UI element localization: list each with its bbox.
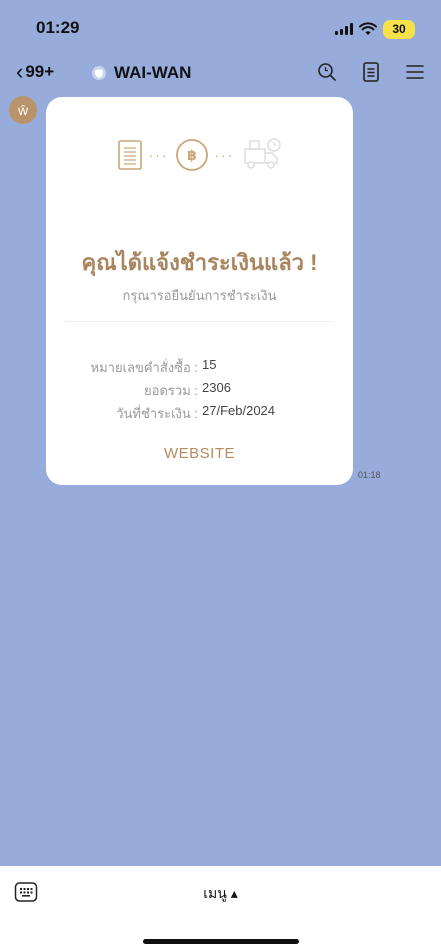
card-subtitle: กรุณารอยืนยันการชำระเงิน xyxy=(122,288,277,303)
shield-icon xyxy=(92,66,106,80)
order-number-label: หมายเลขคำสั่งซื้อ : xyxy=(90,360,199,375)
unread-count: 99+ xyxy=(25,62,55,81)
payment-notification-card: ··· ฿ ··· คุณได้แจ้งชำระเงินแล้ว ! กรุณา… xyxy=(46,97,353,485)
payment-date-value: 27/Feb/2024 xyxy=(202,403,276,418)
chat-header: ‹ 99+ WAI-WAN xyxy=(0,58,441,92)
total-amount-value: 2306 xyxy=(202,380,231,395)
progress-dots: ··· xyxy=(148,147,169,163)
chat-name: WAI-WAN xyxy=(114,63,192,82)
header-actions xyxy=(315,60,427,84)
website-link[interactable]: WEBSITE xyxy=(46,445,353,462)
payment-date-row: วันที่ชำระเงิน : 27/Feb/2024 xyxy=(46,403,353,424)
notes-icon[interactable] xyxy=(359,60,383,84)
card-title: คุณได้แจ้งชำระเงินแล้ว ! xyxy=(81,250,318,275)
sender-avatar[interactable]: ŵ xyxy=(9,96,37,124)
status-time: 01:29 xyxy=(36,18,80,37)
chat-title[interactable]: WAI-WAN xyxy=(92,63,191,83)
rich-menu-button[interactable]: เมนู ▴ xyxy=(0,883,441,905)
bottom-bar: เมนู ▴ xyxy=(0,866,441,952)
payment-progress-icons: ··· ฿ ··· xyxy=(46,137,353,173)
total-amount-label: ยอดรวม : xyxy=(144,383,198,398)
divider xyxy=(66,321,333,322)
order-number-row: หมายเลขคำสั่งซื้อ : 15 xyxy=(46,357,353,378)
document-icon xyxy=(117,140,142,170)
order-number-value: 15 xyxy=(202,357,217,372)
status-bar: 01:29 30 xyxy=(0,0,441,50)
back-button[interactable]: ‹ 99+ xyxy=(16,59,55,84)
wifi-icon xyxy=(359,22,377,35)
chevron-left-icon: ‹ xyxy=(16,59,24,84)
progress-dots: ··· xyxy=(214,147,235,163)
baht-coin-icon: ฿ xyxy=(175,139,208,171)
message-timestamp: 01:18 xyxy=(358,470,381,480)
signal-icon xyxy=(335,23,353,35)
search-icon[interactable] xyxy=(315,60,339,84)
payment-date-label: วันที่ชำระเงิน : xyxy=(116,406,198,421)
home-indicator xyxy=(143,939,299,944)
delivery-truck-icon xyxy=(243,138,281,169)
battery-icon: 30 xyxy=(383,19,415,39)
svg-text:฿: ฿ xyxy=(187,148,197,164)
total-amount-row: ยอดรวม : 2306 xyxy=(46,380,353,401)
status-icons: 30 xyxy=(335,18,415,40)
menu-icon[interactable] xyxy=(403,60,427,84)
